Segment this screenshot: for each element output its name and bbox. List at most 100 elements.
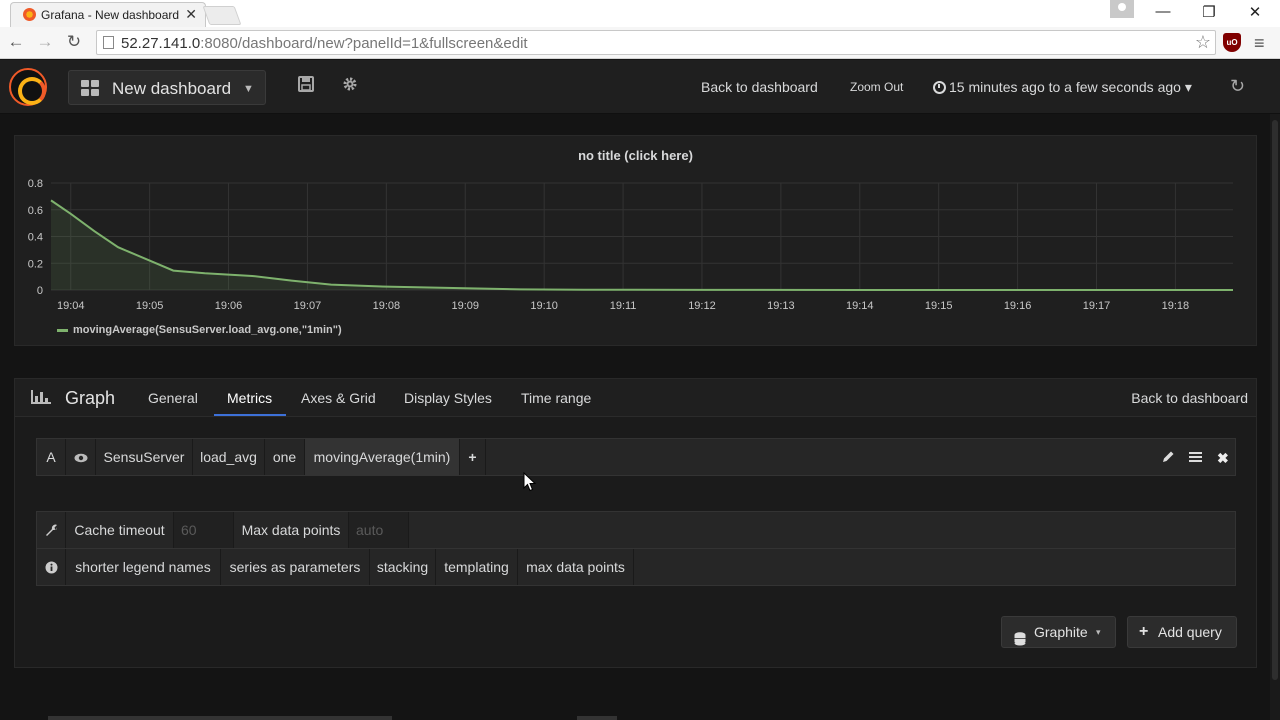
database-icon [1014,626,1026,656]
help-max-data-points[interactable]: max data points [518,549,634,585]
x-tick-label: 19:16 [1004,300,1032,312]
mouse-cursor-icon [523,472,537,492]
page-scrollbar-thumb[interactable] [1272,120,1278,680]
tab-general[interactable]: General [148,390,198,406]
help-shorter-legend-names[interactable]: shorter legend names [66,549,221,585]
restore-icon[interactable]: ❐ [1199,3,1219,21]
browser-tab-strip: Grafana - New dashboard ✕ — ❐ ✕ [0,0,1280,27]
window-close-icon[interactable]: ✕ [1245,3,1265,21]
active-tab-indicator [214,414,286,416]
y-tick-label: 0 [37,285,43,297]
reload-icon[interactable]: ↻ [64,32,84,52]
max-data-points-input[interactable]: auto [349,512,409,548]
x-tick-label: 19:12 [688,300,716,312]
add-query-button[interactable]: + Add query [1127,616,1237,648]
metric-segment-2[interactable]: load_avg [193,439,265,475]
metric-segment-1[interactable]: SensuServer [96,439,193,475]
legend-swatch [57,328,68,332]
graph-chart[interactable]: 0 0.2 0.4 0.6 0.8 19:04 19:05 19:06 19:07 19:08 19… [15,136,1258,316]
grafana-favicon-icon [23,8,36,21]
x-tick-label: 19:15 [925,300,953,312]
add-function-button[interactable]: + [460,439,486,475]
legend-label: movingAverage(SensuServer.load_avg.one,"… [73,324,342,336]
tab-time-range[interactable]: Time range [521,390,591,406]
function-moving-average[interactable]: movingAverage(1min) [305,439,460,475]
bar-chart-icon [31,390,51,404]
menu-lines-icon[interactable] [1189,450,1202,466]
dashboard-picker-button[interactable]: New dashboard ▼ [68,70,266,105]
remove-query-icon[interactable]: ✖ [1217,450,1229,467]
metric-segment-3[interactable]: one [265,439,305,475]
page-icon [103,36,114,49]
editor-back-to-dashboard-link[interactable]: Back to dashboard [1131,390,1248,406]
browser-tab-title: Grafana - New dashboard [41,8,180,22]
save-icon[interactable] [298,76,314,97]
url-input[interactable]: 52.27.141.0:8080/dashboard/new?panelId=1… [96,30,1216,55]
new-tab-button[interactable] [202,6,242,25]
tab-metrics[interactable]: Metrics [227,390,272,406]
tab-close-icon[interactable]: ✕ [185,6,197,23]
address-bar-row: ← → ↻ 52.27.141.0:8080/dashboard/new?pan… [0,27,1280,59]
bookmark-star-icon[interactable]: ☆ [1195,32,1211,53]
x-tick-label: 19:11 [610,300,637,312]
grafana-logo-icon[interactable] [9,68,47,106]
caret-down-icon: ▼ [243,83,254,95]
datasource-select[interactable]: Graphite ▾ [1001,616,1116,648]
x-tick-label: 19:08 [373,300,401,312]
dashboard-grid-icon [81,80,99,96]
forward-arrow-icon[interactable]: → [35,32,55,52]
browser-tab[interactable]: Grafana - New dashboard ✕ [10,2,206,27]
editor-header: Graph General Metrics Axes & Grid Displa… [15,379,1256,417]
x-tick-label: 19:07 [294,300,322,312]
x-tick-label: 19:06 [215,300,243,312]
cache-timeout-label: Cache timeout [66,512,174,548]
browser-menu-icon[interactable]: ≡ [1254,33,1265,54]
eye-icon[interactable] [66,439,96,475]
gear-icon[interactable] [342,76,358,97]
help-series-as-parameters[interactable]: series as parameters [221,549,370,585]
x-tick-label: 19:18 [1162,300,1190,312]
panel-editor: Graph General Metrics Axes & Grid Displa… [14,378,1257,668]
query-options-row: Cache timeout 60 Max data points auto [36,511,1236,549]
wrench-icon [37,512,66,548]
x-tick-label: 19:17 [1083,300,1111,312]
y-tick-label: 0.8 [28,178,43,190]
help-stacking[interactable]: stacking [370,549,436,585]
x-tick-label: 19:14 [846,300,874,312]
horizontal-scrollbar[interactable] [48,716,392,720]
user-profile-icon[interactable] [1110,0,1134,18]
horizontal-scrollbar-segment [577,716,617,720]
legend-item[interactable]: movingAverage(SensuServer.load_avg.one,"… [57,324,342,336]
add-query-label: Add query [1158,624,1222,640]
y-tick-label: 0.4 [28,232,43,244]
pencil-icon[interactable] [1162,450,1175,466]
help-row: shorter legend names series as parameter… [36,548,1236,586]
time-range-picker[interactable]: 15 minutes ago to a few seconds ago ▾ [933,79,1192,96]
y-tick-label: 0.2 [28,258,43,270]
zoom-out-link[interactable]: Zoom Out [850,80,903,94]
back-to-dashboard-link[interactable]: Back to dashboard [701,79,818,95]
ublock-extension-icon[interactable]: uO [1223,33,1241,52]
minimize-icon[interactable]: — [1153,3,1173,20]
x-tick-label: 19:10 [530,300,558,312]
editor-title: Graph [65,388,116,408]
x-tick-label: 19:09 [451,300,479,312]
info-icon [37,549,66,585]
cache-timeout-input[interactable]: 60 [174,512,234,548]
x-tick-label: 19:13 [767,300,795,312]
tab-display-styles[interactable]: Display Styles [404,390,492,406]
datasource-caret-icon: ▾ [1096,627,1101,637]
time-range-text: 15 minutes ago to a few seconds ago [949,79,1181,95]
plus-icon: + [1139,623,1149,640]
tab-axes-grid[interactable]: Axes & Grid [301,390,376,406]
datasource-label: Graphite [1034,624,1088,640]
query-ref-label[interactable]: A [37,439,66,475]
clock-icon [933,81,946,94]
dashboard-title: New dashboard [112,79,232,98]
x-tick-label: 19:05 [136,300,164,312]
refresh-icon[interactable]: ↻ [1230,76,1245,97]
help-templating[interactable]: templating [436,549,518,585]
grafana-top-nav: New dashboard ▼ Back to dashboard Zoom O… [0,60,1280,114]
max-data-points-label: Max data points [234,512,349,548]
back-arrow-icon[interactable]: ← [6,32,26,52]
